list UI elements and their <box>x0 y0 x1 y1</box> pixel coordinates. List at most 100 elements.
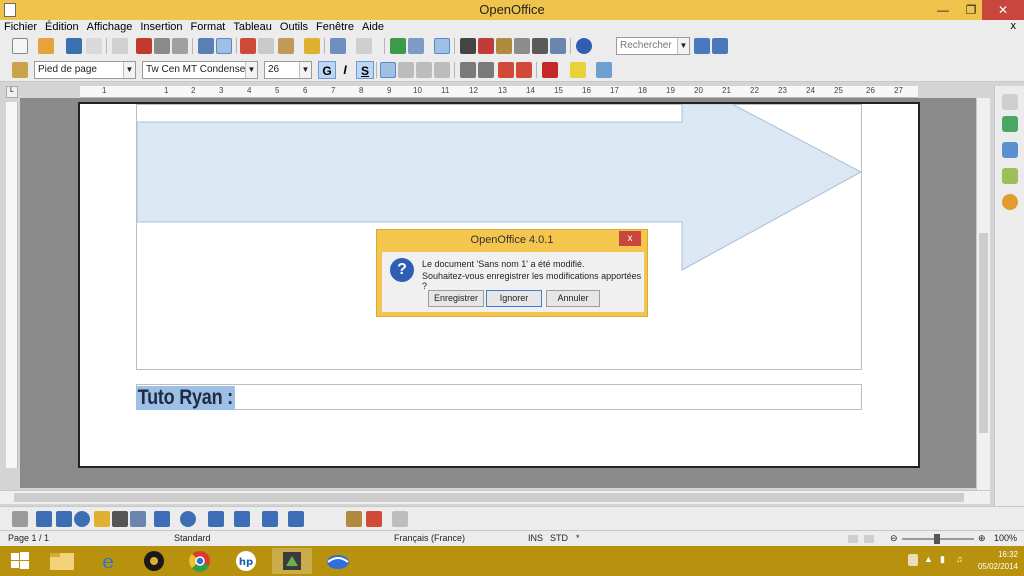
select-icon[interactable] <box>12 511 28 527</box>
image-from-file-icon[interactable] <box>346 511 362 527</box>
signal-icon[interactable]: ▮ <box>940 554 950 566</box>
flowcharts-icon[interactable] <box>234 511 250 527</box>
vertical-scrollbar[interactable] <box>976 98 990 490</box>
menu-fenetre[interactable]: Fenêtre <box>312 20 358 34</box>
background-color-icon[interactable] <box>596 62 612 78</box>
increase-indent-icon[interactable] <box>516 62 532 78</box>
scroll-thumb[interactable] <box>979 233 988 433</box>
internet-explorer-icon[interactable]: e <box>88 548 128 574</box>
thunderbird-icon[interactable] <box>318 548 358 574</box>
menu-insertion[interactable]: Insertion <box>136 20 186 34</box>
menu-fichier[interactable]: Fichier <box>0 20 41 34</box>
undo-icon[interactable] <box>330 38 346 54</box>
horizontal-scrollbar[interactable] <box>0 490 990 504</box>
menu-format[interactable]: Format <box>187 20 230 34</box>
align-center-icon[interactable] <box>398 62 414 78</box>
device-tray-icon[interactable] <box>908 554 918 566</box>
properties-icon[interactable] <box>1002 116 1018 132</box>
email-icon[interactable] <box>86 38 102 54</box>
ignore-button[interactable]: Ignorer <box>486 290 542 307</box>
media-player-icon[interactable] <box>134 548 174 574</box>
navigator-icon[interactable] <box>1002 194 1018 210</box>
search-input[interactable]: Rechercher ▼ <box>616 37 690 55</box>
horizontal-ruler[interactable]: 1 1 2 3 4 5 6 7 8 9 10 11 12 13 14 15 16… <box>80 86 918 98</box>
book-view-icon[interactable] <box>864 535 874 543</box>
page-style[interactable]: Standard <box>174 531 211 546</box>
chevron-down-icon[interactable]: ▼ <box>245 62 257 78</box>
file-explorer-icon[interactable] <box>42 548 82 574</box>
chevron-down-icon[interactable]: ▼ <box>123 62 135 78</box>
zoom-icon[interactable] <box>550 38 566 54</box>
print-preview-icon[interactable] <box>172 38 188 54</box>
sidebar-menu-icon[interactable] <box>1002 94 1018 110</box>
gallery-icon[interactable] <box>496 38 512 54</box>
italic-button[interactable]: I <box>336 61 354 79</box>
hp-icon[interactable]: hp <box>226 548 266 574</box>
bullets-icon[interactable] <box>478 62 494 78</box>
extrusion-icon[interactable] <box>392 511 408 527</box>
scroll-thumb[interactable] <box>14 493 964 502</box>
rectangle-icon[interactable] <box>56 511 72 527</box>
chevron-down-icon[interactable]: ▼ <box>677 38 689 54</box>
minimize-button[interactable]: — <box>930 0 956 20</box>
new-document-icon[interactable] <box>12 38 28 54</box>
export-pdf-icon[interactable] <box>136 38 152 54</box>
justify-icon[interactable] <box>434 62 450 78</box>
language-indicator[interactable]: Français (France) <box>394 531 465 546</box>
gallery-icon[interactable] <box>1002 168 1018 184</box>
menu-aide[interactable]: Aide <box>358 20 388 34</box>
chevron-down-icon[interactable]: ▼ <box>299 62 311 78</box>
navigator-icon[interactable] <box>478 38 494 54</box>
edit-file-icon[interactable] <box>112 38 128 54</box>
font-size-select[interactable]: 26 ▼ <box>264 61 312 79</box>
tab-stop-selector[interactable]: L <box>6 86 18 98</box>
network-icon[interactable]: ▲ <box>924 554 934 566</box>
find-next-icon[interactable] <box>694 38 710 54</box>
chrome-icon[interactable] <box>180 548 220 574</box>
zoom-slider-knob[interactable] <box>934 534 940 544</box>
taskbar-clock[interactable]: 16:32 05/02/2014 <box>978 549 1018 573</box>
menu-edition[interactable]: Édition <box>41 20 83 34</box>
callout-shapes-icon[interactable] <box>262 511 278 527</box>
symbol-shapes-icon[interactable] <box>180 511 196 527</box>
volume-icon[interactable]: ♫ <box>956 554 966 566</box>
table-icon[interactable] <box>408 38 424 54</box>
save-icon[interactable] <box>66 38 82 54</box>
dialog-close-button[interactable]: x <box>619 231 641 246</box>
spellcheck-icon[interactable] <box>198 38 214 54</box>
find-replace-icon[interactable] <box>460 38 476 54</box>
text-frame[interactable] <box>136 384 862 410</box>
close-window-button[interactable]: ✕ <box>982 0 1024 20</box>
line-icon[interactable] <box>36 511 52 527</box>
save-button[interactable]: Enregistrer <box>428 290 484 307</box>
stars-icon[interactable] <box>288 511 304 527</box>
underline-button[interactable]: S <box>356 61 374 79</box>
numbering-icon[interactable] <box>460 62 476 78</box>
callouts-icon[interactable] <box>130 511 146 527</box>
close-document-button[interactable]: x <box>1011 20 1017 32</box>
paste-icon[interactable] <box>278 38 294 54</box>
find-previous-icon[interactable] <box>712 38 728 54</box>
clone-formatting-icon[interactable] <box>304 38 320 54</box>
copy-icon[interactable] <box>258 38 274 54</box>
single-page-view-icon[interactable] <box>848 535 858 543</box>
menu-outils[interactable]: Outils <box>276 20 312 34</box>
decrease-indent-icon[interactable] <box>498 62 514 78</box>
block-arrows-icon[interactable] <box>208 511 224 527</box>
styles-icon[interactable] <box>1002 142 1018 158</box>
menu-affichage[interactable]: Affichage <box>83 20 137 34</box>
menu-tableau[interactable]: Tableau <box>229 20 276 34</box>
zoom-level[interactable]: 100% <box>994 531 1017 546</box>
align-left-icon[interactable] <box>380 62 396 78</box>
font-color-icon[interactable] <box>542 62 558 78</box>
align-right-icon[interactable] <box>416 62 432 78</box>
redo-icon[interactable] <box>356 38 372 54</box>
hyperlink-icon[interactable] <box>390 38 406 54</box>
selection-mode[interactable]: STD <box>550 531 568 546</box>
document-heading[interactable]: Tuto Ryan : <box>136 386 235 410</box>
insert-mode[interactable]: INS <box>528 531 543 546</box>
bold-button[interactable]: G <box>318 61 336 79</box>
freeform-icon[interactable] <box>94 511 110 527</box>
styles-formatting-icon[interactable] <box>12 62 28 78</box>
fontwork-icon[interactable] <box>366 511 382 527</box>
